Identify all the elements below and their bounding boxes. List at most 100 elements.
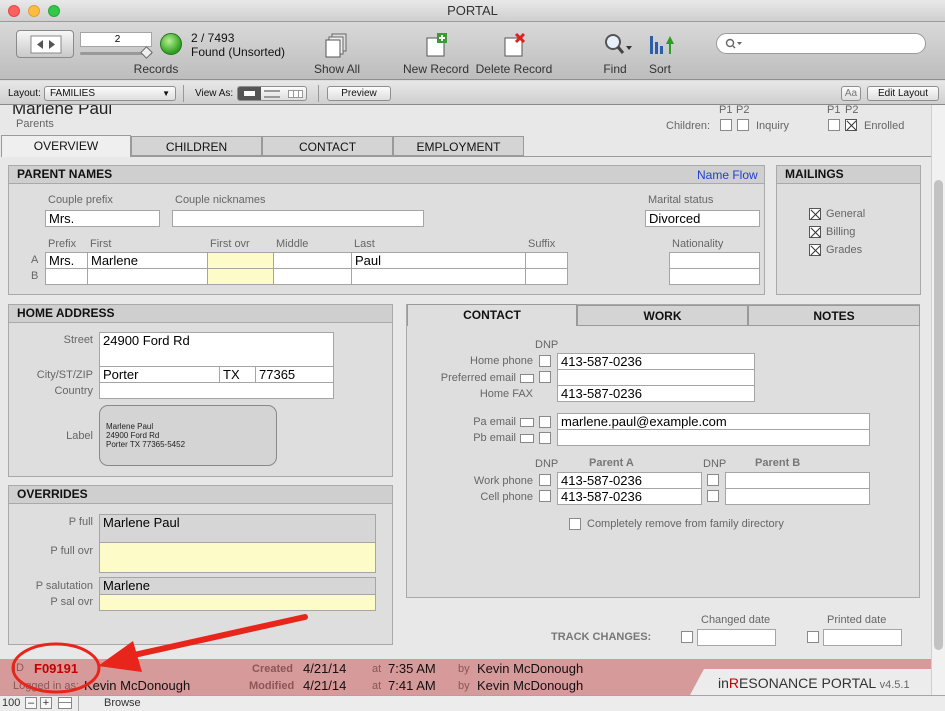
a-suffix-field[interactable] [525,252,568,269]
show-all-button[interactable]: Show All [304,32,370,80]
quick-find-input[interactable] [716,33,926,54]
record-number-field[interactable]: 2 [80,32,152,47]
b-suffix-field[interactable] [525,268,568,285]
table-view-icon[interactable] [288,90,303,98]
work-phone-b-field[interactable] [725,472,870,489]
home-fax-field[interactable]: 413-587-0236 [557,385,755,402]
mailing-grades-checkbox[interactable] [809,244,821,256]
edit-layout-button[interactable]: Edit Layout [867,86,939,101]
brand-logo: inRESONANCE PORTAL v4.5.1 [718,675,910,691]
inquiry-p1-checkbox[interactable] [720,119,732,131]
minimize-window-button[interactable] [28,5,40,17]
a-middle-field[interactable] [273,252,352,269]
pb-email-field[interactable] [557,429,870,446]
inquiry-p2-checkbox[interactable] [737,119,749,131]
printed-date-field[interactable] [823,629,902,646]
pa-email-field[interactable]: marlene.paul@example.com [557,413,870,430]
layout-select[interactable]: FAMILIES ▼ [44,86,176,101]
p-full-ovr-field[interactable] [99,542,376,573]
label-line-3: Porter TX 77365-5452 [106,440,186,449]
tab-contact[interactable]: CONTACT [262,136,393,156]
toggle-status-toolbar-icon[interactable] [58,697,72,709]
zoom-out-button[interactable]: – [25,697,37,709]
preview-button[interactable]: Preview [327,86,391,101]
printed-checkbox[interactable] [807,631,819,643]
enrolled-p1-checkbox[interactable] [828,119,840,131]
mode-indicator[interactable]: Browse [104,697,141,709]
preferred-email-field[interactable] [557,369,755,386]
b-first-field[interactable] [87,268,208,285]
tab-work[interactable]: WORK [577,305,748,326]
tab-overview[interactable]: OVERVIEW [1,135,131,157]
mailing-billing-checkbox[interactable] [809,226,821,238]
find-button[interactable]: Find [594,32,636,80]
show-all-label: Show All [313,62,361,76]
a-last-field[interactable]: Paul [351,252,526,269]
tab-children[interactable]: CHILDREN [131,136,262,156]
home-phone-field[interactable]: 413-587-0236 [557,353,755,370]
home-phone-dnp-checkbox[interactable] [539,355,551,367]
street-field[interactable]: 24900 Ford Rd [99,332,334,367]
preferred-email-dnp-checkbox[interactable] [539,371,551,383]
email-icon[interactable] [520,374,534,383]
a-nationality-field[interactable] [669,252,760,269]
delete-record-button[interactable]: Delete Record [474,32,554,80]
tab-notes[interactable]: NOTES [748,305,920,326]
sort-button[interactable]: Sort [642,32,678,80]
vertical-scrollbar[interactable] [931,105,945,695]
b-first-ovr-field[interactable] [207,268,274,285]
cell-phone-b-field[interactable] [725,488,870,505]
a-first-ovr-field[interactable] [207,252,274,269]
mailing-general-checkbox[interactable] [809,208,821,220]
changed-checkbox[interactable] [681,631,693,643]
city-field[interactable]: Porter [99,366,220,383]
work-phone-a-field[interactable]: 413-587-0236 [557,472,702,489]
text-format-button[interactable]: Aa [841,86,861,101]
work-phone-b-dnp-checkbox[interactable] [707,474,719,486]
state-field[interactable]: TX [219,366,256,383]
tab-contact-inner[interactable]: CONTACT [407,304,577,326]
list-view-icon[interactable] [264,90,280,98]
email-icon[interactable] [520,434,534,443]
zip-field[interactable]: 77365 [255,366,334,383]
b-prefix-field[interactable] [45,268,88,285]
name-flow-link[interactable]: Name Flow [697,168,758,182]
b-nationality-field[interactable] [669,268,760,285]
cell-phone-a-field[interactable]: 413-587-0236 [557,488,702,505]
enrolled-p1-label: P1 [827,105,841,116]
enrolled-p2-checkbox[interactable] [845,119,857,131]
annotation-circle [11,642,101,694]
pa-email-dnp-checkbox[interactable] [539,416,551,428]
search-icon [725,38,742,49]
annotation-arrow-head [98,641,142,672]
b-middle-field[interactable] [273,268,352,285]
a-first-field[interactable]: Marlene [87,252,208,269]
b-last-field[interactable] [351,268,526,285]
country-field[interactable] [99,382,334,399]
close-window-button[interactable] [8,5,20,17]
marital-status-field[interactable]: Divorced [645,210,760,227]
remove-from-directory-checkbox[interactable] [569,518,581,530]
cell-phone-a-dnp-checkbox[interactable] [539,490,551,502]
parent-names-title: PARENT NAMES [9,166,764,184]
view-as-segmented[interactable] [237,86,307,101]
tab-employment[interactable]: EMPLOYMENT [393,136,524,156]
mailing-label-preview: Marlene Paul 24900 Ford Rd Porter TX 773… [99,405,277,466]
scrollbar-thumb[interactable] [934,180,943,650]
couple-nicknames-field[interactable] [172,210,424,227]
couple-prefix-field[interactable]: Mrs. [45,210,160,227]
form-view-icon[interactable] [238,87,261,100]
record-navigator[interactable] [16,30,74,58]
view-as-label: View As: [195,88,234,99]
pb-email-dnp-checkbox[interactable] [539,432,551,444]
record-name-heading: Marlene Paul [12,105,113,118]
cell-phone-b-dnp-checkbox[interactable] [707,490,719,502]
changed-date-field[interactable] [697,629,776,646]
work-phone-a-dnp-checkbox[interactable] [539,474,551,486]
a-prefix-field[interactable]: Mrs. [45,252,88,269]
zoom-window-button[interactable] [48,5,60,17]
first-label: First [90,238,112,250]
new-record-button[interactable]: New Record [398,32,474,80]
email-icon[interactable] [520,418,534,427]
zoom-in-button[interactable]: + [40,697,52,709]
